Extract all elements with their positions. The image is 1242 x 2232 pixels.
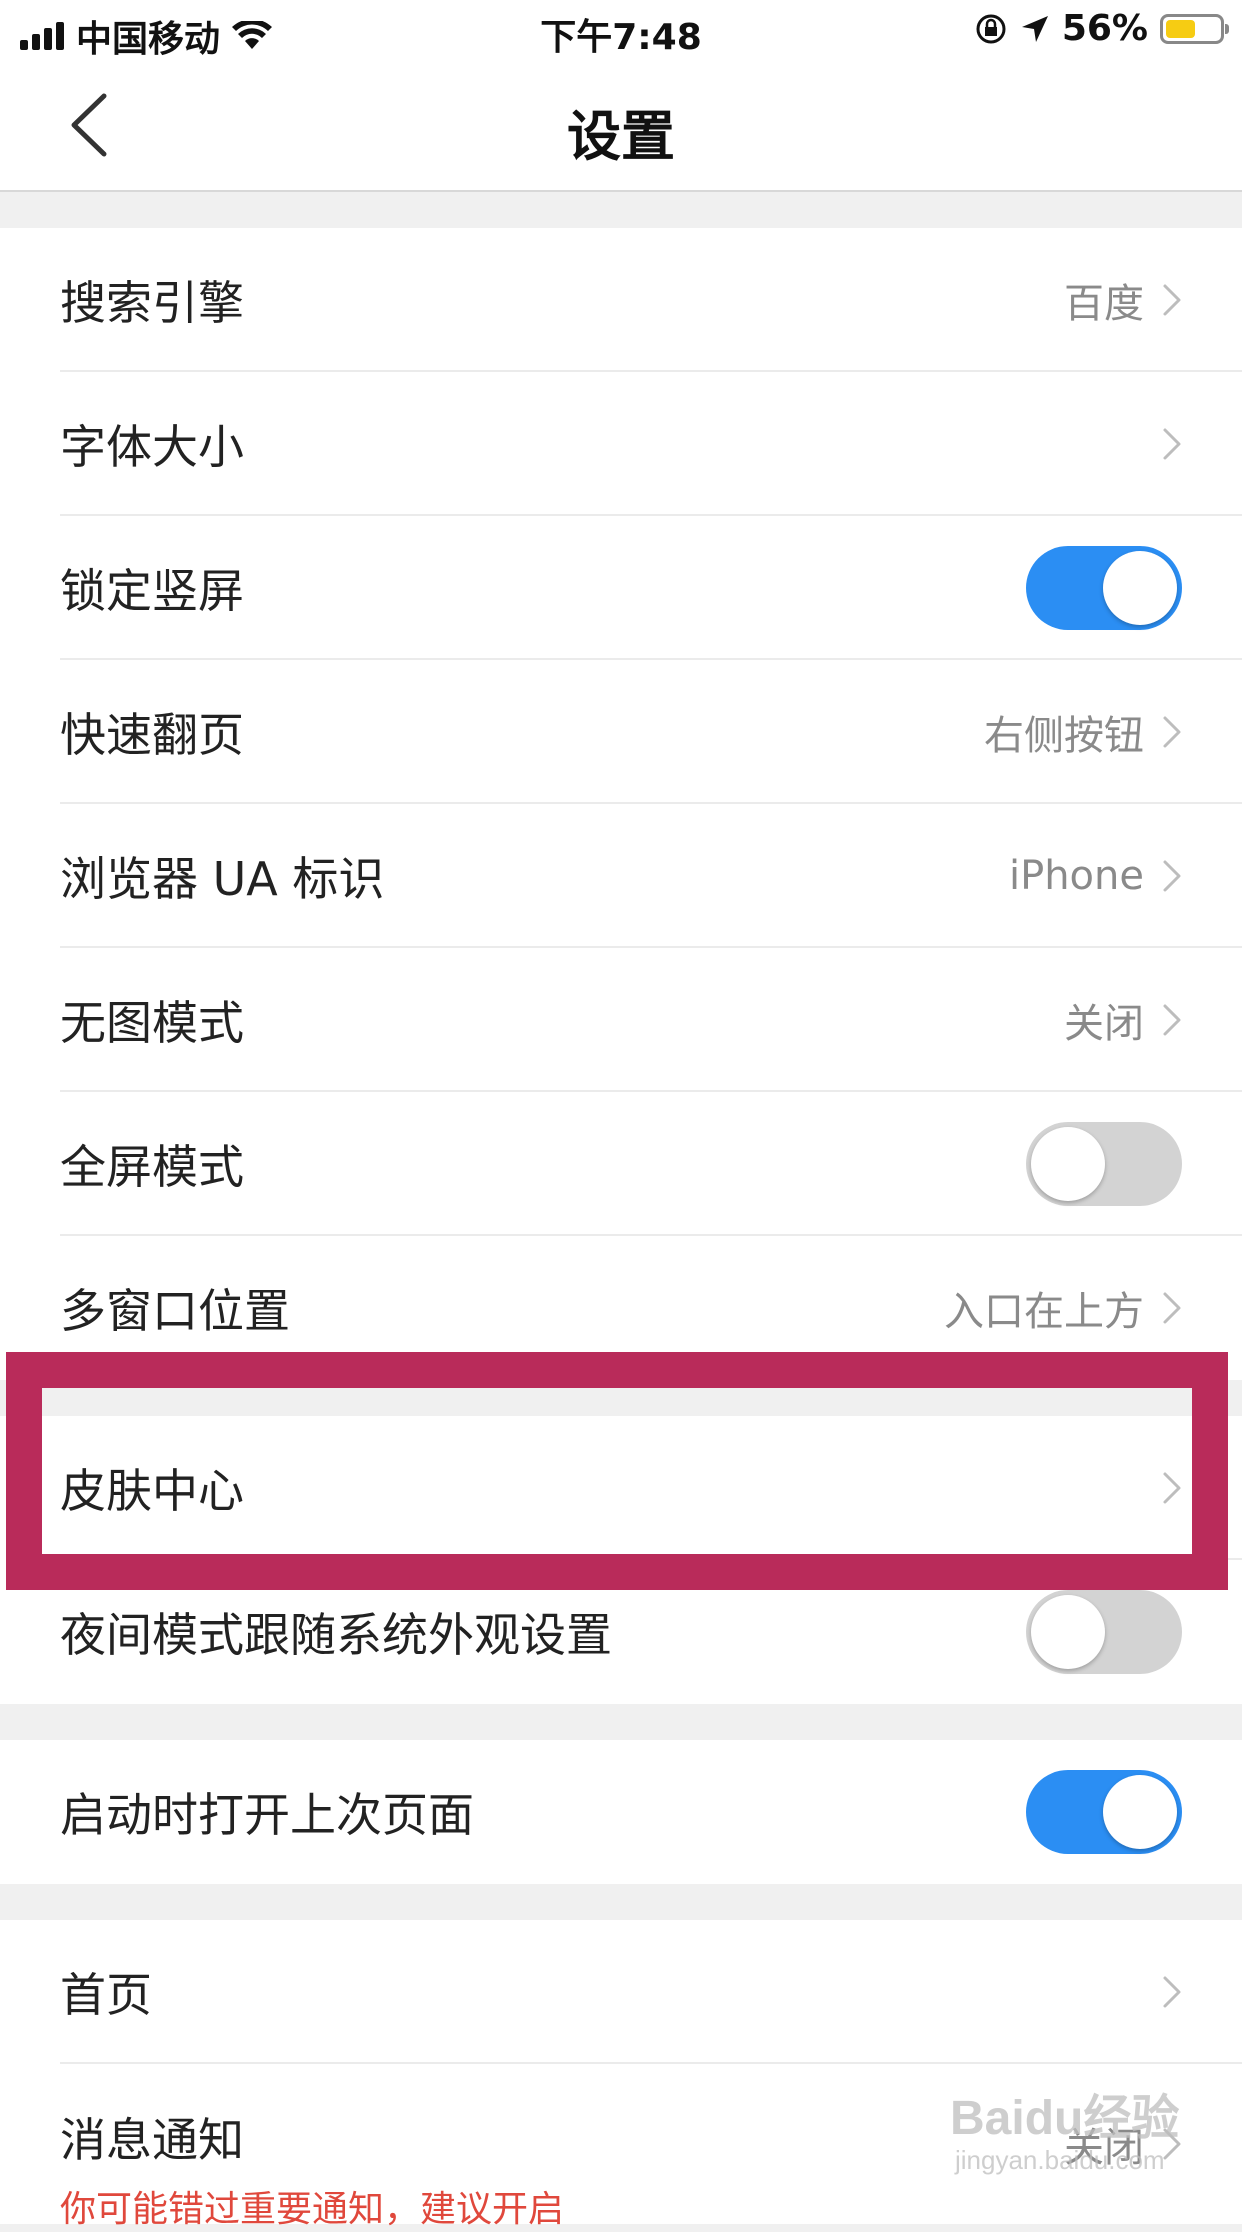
setting-label: 消息通知 [60,2113,244,2167]
setting-row-night-mode-follow-system: 夜间模式跟随系统外观设置 [0,1560,1242,1704]
setting-label: 全屏模式 [60,1140,244,1194]
setting-label: 启动时打开上次页面 [60,1788,474,1842]
status-bar: 中国移动 下午7:48 56% [0,0,1242,62]
chevron-right-icon [1163,1292,1181,1324]
setting-label: 字体大小 [60,420,244,474]
settings-group-other: 首页 消息通知 关闭 [0,1920,1242,2224]
setting-row-font-size[interactable]: 字体大小 [0,372,1242,516]
setting-row-fullscreen-mode: 全屏模式 [0,1092,1242,1236]
setting-label: 皮肤中心 [60,1464,244,1518]
battery-icon [1160,13,1229,44]
chevron-right-icon [1163,284,1181,316]
setting-label: 锁定竖屏 [60,564,244,618]
setting-label: 无图模式 [60,996,244,1050]
setting-row-multi-window-position[interactable]: 多窗口位置 入口在上方 [0,1236,1242,1380]
setting-row-search-engine[interactable]: 搜索引擎 百度 [0,228,1242,372]
setting-label: 浏览器 UA 标识 [60,852,385,906]
setting-label: 首页 [60,1968,152,2022]
battery-percent: 56% [1061,8,1148,49]
setting-row-open-last-page: 启动时打开上次页面 [0,1740,1242,1884]
setting-row-lock-portrait: 锁定竖屏 [0,516,1242,660]
notification-hint: 你可能错过重要通知，建议开启 [60,2189,565,2230]
night-mode-follow-system-toggle[interactable] [1026,1590,1182,1674]
baidu-watermark: Baidu经验 [950,2092,1180,2145]
setting-row-homepage[interactable]: 首页 [0,1920,1242,2064]
location-arrow-icon [1021,15,1048,42]
settings-group-general: 搜索引擎 百度 字体大小 锁定竖屏 快速翻页 右侧按钮 浏览器 UA 标识 iP… [0,228,1242,1380]
setting-label: 多窗口位置 [60,1284,290,1338]
chevron-right-icon [1163,1472,1181,1504]
setting-value: 入口在上方 [944,1289,1144,1335]
open-last-page-toggle[interactable] [1026,1770,1182,1854]
setting-row-quick-page-turn[interactable]: 快速翻页 右侧按钮 [0,660,1242,804]
chevron-right-icon [1163,716,1181,748]
setting-value: 右侧按钮 [984,713,1144,759]
page-title: 设置 [567,105,675,168]
lock-portrait-toggle[interactable] [1026,546,1182,630]
settings-group-appearance: 皮肤中心 夜间模式跟随系统外观设置 [0,1416,1242,1704]
settings-group-startup: 启动时打开上次页面 [0,1740,1242,1884]
fullscreen-mode-toggle[interactable] [1026,1122,1182,1206]
baidu-watermark-url: jingyan.baidu.com [955,2145,1165,2175]
setting-value: 百度 [1064,281,1144,327]
setting-value: 关闭 [1064,1001,1144,1047]
chevron-right-icon [1163,428,1181,460]
setting-row-skin-center[interactable]: 皮肤中心 [0,1416,1242,1560]
setting-value: iPhone [1008,853,1144,899]
rotation-lock-icon [976,14,1006,43]
setting-row-no-image-mode[interactable]: 无图模式 关闭 [0,948,1242,1092]
setting-row-browser-ua[interactable]: 浏览器 UA 标识 iPhone [0,804,1242,948]
chevron-right-icon [1163,1004,1181,1036]
chevron-right-icon [1163,860,1181,892]
setting-label: 快速翻页 [60,708,244,762]
setting-label: 搜索引擎 [60,276,244,330]
navigation-bar: 设置 [0,62,1242,192]
setting-label: 夜间模式跟随系统外观设置 [60,1608,612,1662]
chevron-right-icon [1163,1976,1181,2008]
